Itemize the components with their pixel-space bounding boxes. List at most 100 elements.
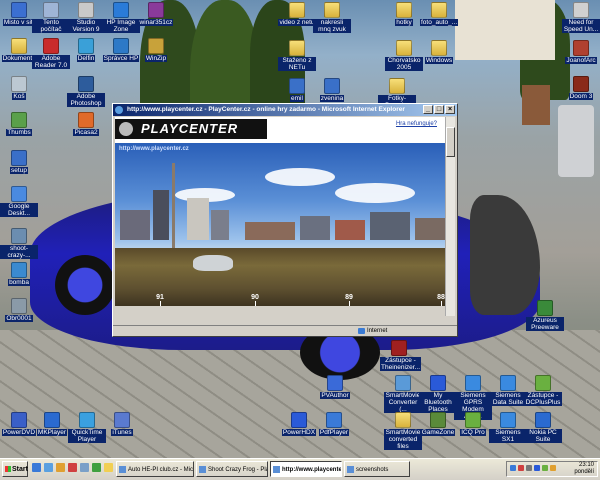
taskbar-task[interactable]: Auto HE-PI club.cz - Micr...: [116, 461, 194, 477]
skyline-building: [211, 210, 229, 240]
desktop-icon-chorvatsko[interactable]: Chorvatsko 2005: [385, 40, 423, 71]
desktop-icon-video[interactable]: video z netu: [278, 2, 316, 26]
my-computer-icon: [43, 2, 59, 18]
siemens-icon: [465, 375, 481, 391]
desktop-icon-bomba[interactable]: bomba: [0, 262, 38, 286]
playcenter-logo[interactable]: PLAYCENTER: [115, 119, 267, 139]
quicklaunch-player-icon[interactable]: [68, 463, 77, 472]
desktop-icon-quicktime[interactable]: QuickTime Player: [68, 412, 106, 443]
skyline-building: [245, 222, 295, 240]
desktop-icon-photoshop[interactable]: Adobe Photoshop: [67, 76, 105, 107]
pvauthor-icon: [327, 375, 343, 391]
desktop-icon-winzip[interactable]: WinZip: [137, 38, 175, 62]
azureus-icon: [537, 300, 553, 316]
browser-titlebar[interactable]: http://www.playcenter.cz - PlayCenter.cz…: [113, 104, 457, 116]
desktop-icon-icq[interactable]: ICQ Pro: [454, 412, 492, 436]
tray-network-icon[interactable]: [510, 465, 516, 471]
desktop-icon-dcplusplus[interactable]: Zástupce - DCPlusPlus: [524, 375, 562, 406]
desktop-icon-theinenizer[interactable]: Zástupce - Theinenizer...: [380, 340, 422, 371]
minimize-button[interactable]: _: [423, 105, 433, 114]
desktop-icon-winrar[interactable]: winar351cz: [137, 2, 175, 26]
desktop-icon-siemens-sx1[interactable]: Siemens SX1: [489, 412, 527, 443]
desktop-icon-joanofarc[interactable]: JoanofArc: [562, 40, 600, 64]
desktop-icon-smartmovie-files[interactable]: SmartMovie converted files: [384, 412, 422, 450]
desktop-icon-studio[interactable]: Studio Version 9: [67, 2, 105, 33]
desktop-icon-itunes[interactable]: iTunes: [103, 412, 141, 436]
skyline-building: [335, 220, 365, 240]
hud-value: 90: [245, 294, 265, 306]
game-area[interactable]: http://www.playcenter.cz 91 90 89 88: [115, 143, 448, 306]
quicklaunch-outlook-icon[interactable]: [80, 463, 89, 472]
clock[interactable]: 23:10 pondělí: [574, 462, 594, 476]
desktop-icon-thumbs[interactable]: Thumbs: [0, 112, 38, 136]
scrollbar-thumb[interactable]: [446, 127, 455, 157]
quicklaunch-media-icon[interactable]: [56, 463, 65, 472]
skyline-building: [120, 210, 150, 240]
wallpaper-house: [455, 0, 555, 60]
tray-shield-icon[interactable]: [550, 465, 556, 471]
taskbar-task-active[interactable]: http://www.playcente...: [270, 461, 342, 477]
desktop-icon-recycle-bin[interactable]: Koš: [0, 76, 38, 100]
desktop-icon-shoot-crazy[interactable]: shoot-crazy-...: [0, 228, 38, 259]
desktop-icon-emil[interactable]: emil: [278, 78, 316, 102]
desktop-icon-gamezone[interactable]: GameZone: [419, 412, 457, 436]
close-button[interactable]: ×: [445, 105, 455, 114]
desktop-icon-google-desktop[interactable]: Google Deskt...: [0, 186, 38, 217]
vertical-scrollbar[interactable]: [445, 117, 455, 316]
desktop-icon-my-computer[interactable]: Tento počítač: [32, 2, 70, 33]
game-icon: [573, 40, 589, 56]
tray-volume-icon[interactable]: [526, 465, 532, 471]
tray-icq-icon[interactable]: [542, 465, 548, 471]
desktop-icon-zvenina[interactable]: zvenina: [313, 78, 351, 102]
recycle-bin-icon: [11, 76, 27, 92]
quicklaunch-desktop-icon[interactable]: [44, 463, 53, 472]
desktop-icon-foto-auto[interactable]: foto_auto_...: [420, 2, 459, 26]
desktop-icon-hp-manager[interactable]: Správce HP: [102, 38, 140, 62]
desktop-icon-windows[interactable]: Windows: [420, 40, 458, 64]
desktop-icon-hp-image-zone[interactable]: HP Image Zone: [102, 2, 140, 33]
emil-icon: [289, 78, 305, 94]
quicklaunch-ie-icon[interactable]: [32, 463, 41, 472]
desktop-icon-nakresli[interactable]: nakresli mnq zvuk: [313, 2, 351, 33]
game-icon: [573, 76, 589, 92]
game-icon: [573, 2, 589, 18]
crazy-frog-target[interactable]: [193, 255, 233, 271]
tray-bluetooth-icon[interactable]: [534, 465, 540, 471]
desktop-icon-nfs[interactable]: Need for Speed Un...: [562, 2, 600, 33]
quicklaunch-msn-icon[interactable]: [92, 463, 101, 472]
maximize-button[interactable]: □: [434, 105, 444, 114]
folder-icon: [11, 38, 27, 54]
delfin-icon: [78, 38, 94, 54]
desktop-icon-pdfplayer[interactable]: PdfPlayer: [315, 412, 353, 436]
desktop-icon-delfin[interactable]: Delfin: [67, 38, 105, 62]
game-not-working-link[interactable]: Hra nefunguje?: [396, 121, 437, 127]
siemens-icon: [500, 412, 516, 428]
desktop-icon-hotky[interactable]: hotky: [385, 2, 423, 26]
desktop-icon-obr0001[interactable]: Obr0001: [0, 298, 38, 322]
desktop-icon-picasa[interactable]: Picasa2: [67, 112, 105, 136]
desktop-icon-adobe-reader[interactable]: Adobe Reader 7.0: [32, 38, 70, 69]
hud-value: 89: [339, 294, 359, 306]
start-button[interactable]: Start: [2, 461, 28, 477]
desktop-icon-doom3[interactable]: Doom 3: [562, 76, 600, 100]
logo-ball-icon: [119, 122, 133, 136]
desktop-icon-pvauthor[interactable]: PVAuthor: [316, 375, 354, 399]
winzip-icon: [148, 38, 164, 54]
desktop-icon-powerhdx[interactable]: PowerHDX: [280, 412, 318, 436]
desktop-icon-bluetooth[interactable]: My Bluetooth Places: [419, 375, 457, 413]
taskbar-task[interactable]: screenshots: [344, 461, 410, 477]
desktop-icon-azureus[interactable]: Azureus Preeware: [526, 300, 564, 331]
winrar-icon: [148, 2, 164, 18]
browser-window[interactable]: http://www.playcenter.cz - PlayCenter.cz…: [112, 103, 458, 337]
desktop-icon-setup[interactable]: setup: [0, 150, 38, 174]
taskbar-task[interactable]: Shoot Crazy Frog - Play...: [196, 461, 268, 477]
quicklaunch-folder-icon[interactable]: [104, 463, 113, 472]
desktop-icon-nokia[interactable]: Nokia PC Suite: [524, 412, 562, 443]
wallpaper-car-tail: [470, 195, 540, 315]
taskbar: Start Auto HE-PI club.cz - Micr... Shoot…: [0, 458, 600, 480]
desktop-icon-siemens-data[interactable]: Siemens Data Suite: [489, 375, 527, 406]
desktop-icon-smartmovie[interactable]: SmartMovie Converter (...: [384, 375, 422, 413]
desktop-icon-mkplayer[interactable]: MKPlayer: [33, 412, 71, 436]
tray-antivirus-icon[interactable]: [518, 465, 524, 471]
desktop-icon-stazeno[interactable]: Staženo z NETu: [278, 40, 316, 71]
